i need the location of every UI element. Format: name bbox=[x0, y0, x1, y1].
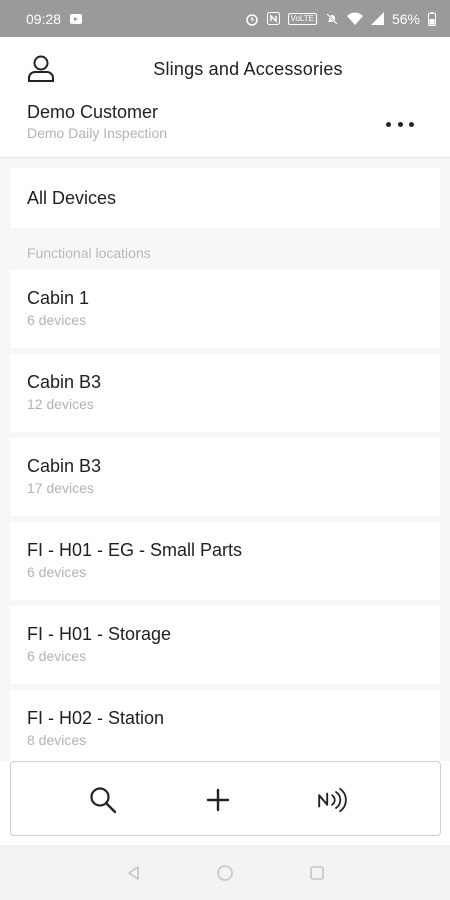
location-name: Cabin B3 bbox=[27, 456, 102, 476]
nav-recent-button[interactable] bbox=[307, 863, 327, 883]
location-device-count: 6 devices bbox=[27, 564, 87, 580]
wifi-icon bbox=[346, 12, 363, 25]
status-bar: 09:28 VoLTE 56% bbox=[0, 0, 450, 37]
location-name: Cabin B3 bbox=[27, 372, 102, 392]
nfc-icon bbox=[318, 787, 347, 813]
nfc-status-icon bbox=[266, 12, 280, 25]
location-device-count: 8 devices bbox=[27, 732, 87, 748]
signal-icon bbox=[370, 12, 384, 25]
status-right: VoLTE 56% bbox=[245, 11, 436, 27]
more-dot bbox=[386, 121, 391, 127]
recent-square-icon bbox=[310, 866, 324, 880]
battery-icon bbox=[428, 11, 436, 26]
location-item[interactable]: Cabin 1 6 devices bbox=[10, 270, 440, 348]
content-area: All Devices Functional locations Cabin 1… bbox=[0, 158, 450, 761]
location-device-count: 6 devices bbox=[27, 312, 87, 328]
nav-home-button[interactable] bbox=[215, 863, 235, 883]
section-label: Functional locations bbox=[27, 245, 151, 261]
page-title: Slings and Accessories bbox=[153, 59, 343, 79]
location-name: FI - H02 - Station bbox=[27, 708, 165, 728]
home-circle-icon bbox=[217, 865, 233, 881]
search-icon bbox=[90, 787, 117, 814]
back-triangle-icon bbox=[128, 866, 139, 880]
status-left: 09:28 bbox=[26, 11, 83, 27]
status-time: 09:28 bbox=[26, 10, 62, 27]
location-item[interactable]: FI - H01 - EG - Small Parts 6 devices bbox=[10, 522, 440, 600]
location-item[interactable]: Cabin B3 17 devices bbox=[10, 438, 440, 516]
alarm-icon bbox=[245, 12, 259, 26]
location-name: FI - H01 - EG - Small Parts bbox=[27, 540, 243, 560]
all-devices-label: All Devices bbox=[27, 187, 117, 208]
customer-name: Demo Customer bbox=[27, 102, 159, 122]
more-dot bbox=[397, 121, 403, 127]
mute-icon bbox=[325, 12, 339, 26]
add-button[interactable] bbox=[202, 784, 234, 816]
all-devices-item[interactable]: All Devices bbox=[10, 168, 440, 228]
cast-icon bbox=[69, 12, 83, 26]
location-device-count: 12 devices bbox=[27, 396, 94, 412]
nfc-scan-button[interactable] bbox=[316, 784, 348, 816]
location-list: Cabin 1 6 devices Cabin B3 12 devices Ca… bbox=[10, 270, 440, 761]
search-button[interactable] bbox=[87, 784, 119, 816]
more-options-button[interactable] bbox=[386, 117, 414, 131]
location-item[interactable]: FI - H01 - Storage 6 devices bbox=[10, 606, 440, 684]
inspection-name: Demo Daily Inspection bbox=[27, 125, 168, 141]
app-header: Slings and Accessories Demo Customer Dem… bbox=[0, 37, 450, 158]
location-item[interactable]: FI - H02 - Station 8 devices bbox=[10, 690, 440, 761]
plus-icon bbox=[206, 788, 230, 812]
volte-badge: VoLTE bbox=[287, 12, 317, 25]
more-dot bbox=[409, 121, 414, 127]
location-name: FI - H01 - Storage bbox=[27, 624, 172, 644]
location-name: Cabin 1 bbox=[27, 288, 90, 308]
location-device-count: 6 devices bbox=[27, 648, 87, 664]
battery-percent: 56% bbox=[391, 10, 420, 27]
bottom-toolbar bbox=[10, 761, 441, 836]
nav-back-button[interactable] bbox=[124, 863, 144, 883]
system-nav-bar bbox=[0, 845, 450, 900]
location-item[interactable]: Cabin B3 12 devices bbox=[10, 354, 440, 432]
location-device-count: 17 devices bbox=[27, 480, 94, 496]
